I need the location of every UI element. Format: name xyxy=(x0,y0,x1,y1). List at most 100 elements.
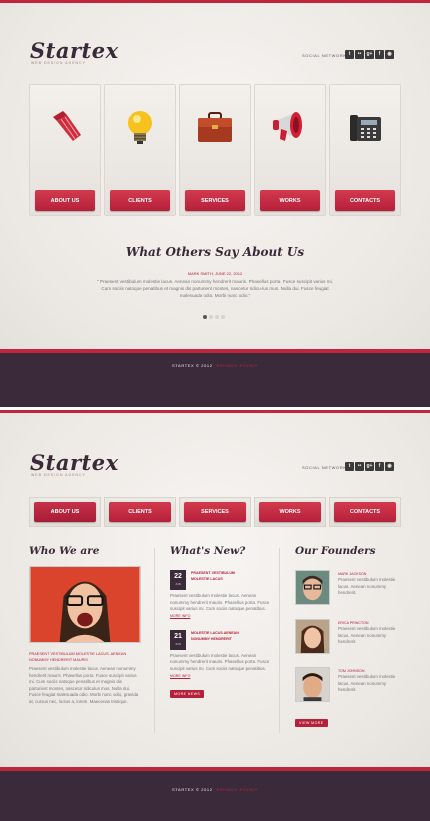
news-text: Praesent vestibulum molestie lacus. Aene… xyxy=(170,652,270,671)
news-month: JUN xyxy=(175,582,181,586)
nav-contacts-label[interactable]: CONTACTS xyxy=(334,502,396,522)
footer-about: STARTEX © 2012 PRIVACY POLICY xyxy=(0,767,430,821)
news-more-link[interactable]: MORE INFO xyxy=(170,673,270,680)
page-home: Startex WEB DESIGN AGENCY SOCIAL NETWORK… xyxy=(0,0,430,351)
slider-dot[interactable] xyxy=(215,315,219,319)
founder-text: Praesent vestibulum molestie lacus. Aene… xyxy=(338,674,396,693)
news-heading[interactable]: MOLESTIE LACUS AENEAN NONUMMY HENDRERIT xyxy=(191,630,251,650)
briefcase-icon xyxy=(198,112,232,142)
social-label: SOCIAL NETWORK: xyxy=(302,465,349,470)
card-about[interactable]: ABOUT US xyxy=(29,84,101,216)
news-item: 22 JUN PRAESENT VESTIBULUM MOLESTIE LACUS xyxy=(170,570,270,590)
about-us-button[interactable]: ABOUT US xyxy=(35,190,95,211)
nav-services[interactable]: SERVICES xyxy=(179,497,251,527)
megaphone-icon xyxy=(273,112,302,141)
rss-icon[interactable]: ◉ xyxy=(385,462,394,471)
who-we-are-section: Who We are PRAESENT VESTIBULUM MOLESTIE … xyxy=(29,545,141,706)
top-accent-line xyxy=(0,410,430,413)
flickr-icon[interactable]: •• xyxy=(355,462,364,471)
nav-about-us[interactable]: ABOUT US xyxy=(29,497,101,527)
twitter-icon[interactable]: t xyxy=(345,50,354,59)
social-label: SOCIAL NETWORK: xyxy=(302,53,349,58)
slider-pagination xyxy=(203,315,225,319)
founder-card: TOM JOHNSON Praesent vestibulum molestie… xyxy=(295,667,400,702)
news-heading[interactable]: PRAESENT VESTIBULUM MOLESTIE LACUS xyxy=(191,570,251,590)
whats-new-section: What's New? 22 JUN PRAESENT VESTIBULUM MO… xyxy=(170,545,270,700)
nav-clients[interactable]: CLIENTS xyxy=(104,497,176,527)
founders-section: Our Founders xyxy=(295,545,405,557)
testimonial-text: " Praesent vestibulum molestie lacus. Ae… xyxy=(97,279,333,298)
column-divider xyxy=(154,548,155,733)
nav-clients-label[interactable]: CLIENTS xyxy=(109,502,171,522)
flickr-icon[interactable]: •• xyxy=(355,50,364,59)
telephone-icon xyxy=(350,115,381,141)
testimonial-title: What Others Say About Us xyxy=(125,245,305,259)
founder-photo[interactable] xyxy=(295,667,330,702)
privacy-policy-link[interactable]: PRIVACY POLICY xyxy=(217,363,258,368)
services-button[interactable]: SERVICES xyxy=(185,190,245,211)
news-day: 21 xyxy=(174,632,182,640)
slider-dot[interactable] xyxy=(203,315,207,319)
news-item: 21 JUN MOLESTIE LACUS AENEAN NONUMMY HEND… xyxy=(170,629,270,650)
founder-photo[interactable] xyxy=(295,570,330,605)
testimonial-author: MARK SMITH, JUNE 22, 2012 xyxy=(187,271,243,276)
google-plus-icon[interactable]: g+ xyxy=(365,462,374,471)
top-accent-line xyxy=(0,0,430,3)
site-tagline: WEB DESIGN AGENCY xyxy=(31,61,86,65)
works-button[interactable]: WORKS xyxy=(260,190,320,211)
card-works[interactable]: WORKS xyxy=(254,84,326,216)
footer-home: STARTEX © 2012 PRIVACY POLICY xyxy=(0,349,430,407)
google-plus-icon[interactable]: g+ xyxy=(365,50,374,59)
who-we-are-text: Praesent vestibulum molestie lacus. Aene… xyxy=(29,666,139,704)
news-day: 22 xyxy=(174,573,182,580)
clients-button[interactable]: CLIENTS xyxy=(110,190,170,211)
news-month: JUN xyxy=(175,641,181,646)
founder-text: Praesent vestibulum molestie lacus. Aene… xyxy=(338,577,396,596)
founder-photo[interactable] xyxy=(295,619,330,654)
news-more-link[interactable]: MORE INFO xyxy=(170,613,270,620)
card-services[interactable]: SERVICES xyxy=(179,84,251,216)
nav-about-us-label[interactable]: ABOUT US xyxy=(34,502,96,522)
founder-text: Praesent vestibulum molestie lacus. Aene… xyxy=(338,626,396,645)
footer-text: STARTEX © 2012 PRIVACY POLICY xyxy=(0,363,430,368)
whats-new-title: What's New? xyxy=(170,545,246,557)
site-logo[interactable]: Startex xyxy=(30,450,119,475)
facebook-icon[interactable]: f xyxy=(375,50,384,59)
who-we-are-heading: PRAESENT VESTIBULUM MOLESTIE LACUS. AENE… xyxy=(29,652,127,662)
slider-dot[interactable] xyxy=(209,315,213,319)
social-icons: t •• g+ f ◉ xyxy=(345,462,394,471)
who-we-are-title: Who We are xyxy=(29,545,100,557)
site-logo[interactable]: Startex xyxy=(30,38,119,63)
facebook-icon[interactable]: f xyxy=(375,462,384,471)
card-clients[interactable]: CLIENTS xyxy=(104,84,176,216)
privacy-policy-link[interactable]: PRIVACY POLICY xyxy=(217,787,258,792)
feature-cards: ABOUT US CLIENTS SERVICES WORKS CONTACTS xyxy=(29,84,401,216)
view-more-button[interactable]: VIEW MORE xyxy=(295,719,328,727)
card-contacts[interactable]: CONTACTS xyxy=(329,84,401,216)
nav-services-label[interactable]: SERVICES xyxy=(184,502,246,522)
site-tagline: WEB DESIGN AGENCY xyxy=(31,473,86,477)
lightbulb-icon xyxy=(128,111,152,144)
nav-works-label[interactable]: WORKS xyxy=(259,502,321,522)
twitter-icon[interactable]: t xyxy=(345,462,354,471)
main-nav: ABOUT US CLIENTS SERVICES WORKS CONTACTS xyxy=(29,497,401,527)
tie-icon xyxy=(53,111,81,141)
footer-copyright: STARTEX © 2012 xyxy=(172,363,213,368)
news-date: 22 JUN xyxy=(170,570,186,590)
news-text: Praesent vestibulum molestie lacus. Aene… xyxy=(170,593,270,612)
rss-icon[interactable]: ◉ xyxy=(385,50,394,59)
nav-contacts[interactable]: CONTACTS xyxy=(329,497,401,527)
column-divider xyxy=(279,548,280,733)
founder-card: ERICA PRINCTON Praesent vestibulum moles… xyxy=(295,619,400,654)
nav-works[interactable]: WORKS xyxy=(254,497,326,527)
slider-dot[interactable] xyxy=(221,315,225,319)
founders-title: Our Founders xyxy=(295,545,376,557)
social-icons: t •• g+ f ◉ xyxy=(345,50,394,59)
news-date: 21 JUN xyxy=(170,629,186,650)
founder-card: MARK JACKSON Praesent vestibulum molesti… xyxy=(295,570,400,605)
footer-copyright: STARTEX © 2012 xyxy=(172,787,213,792)
footer-text: STARTEX © 2012 PRIVACY POLICY xyxy=(0,787,430,792)
team-photo xyxy=(29,566,141,643)
more-news-button[interactable]: MORE NEWS xyxy=(170,689,205,698)
contacts-button[interactable]: CONTACTS xyxy=(335,190,395,211)
